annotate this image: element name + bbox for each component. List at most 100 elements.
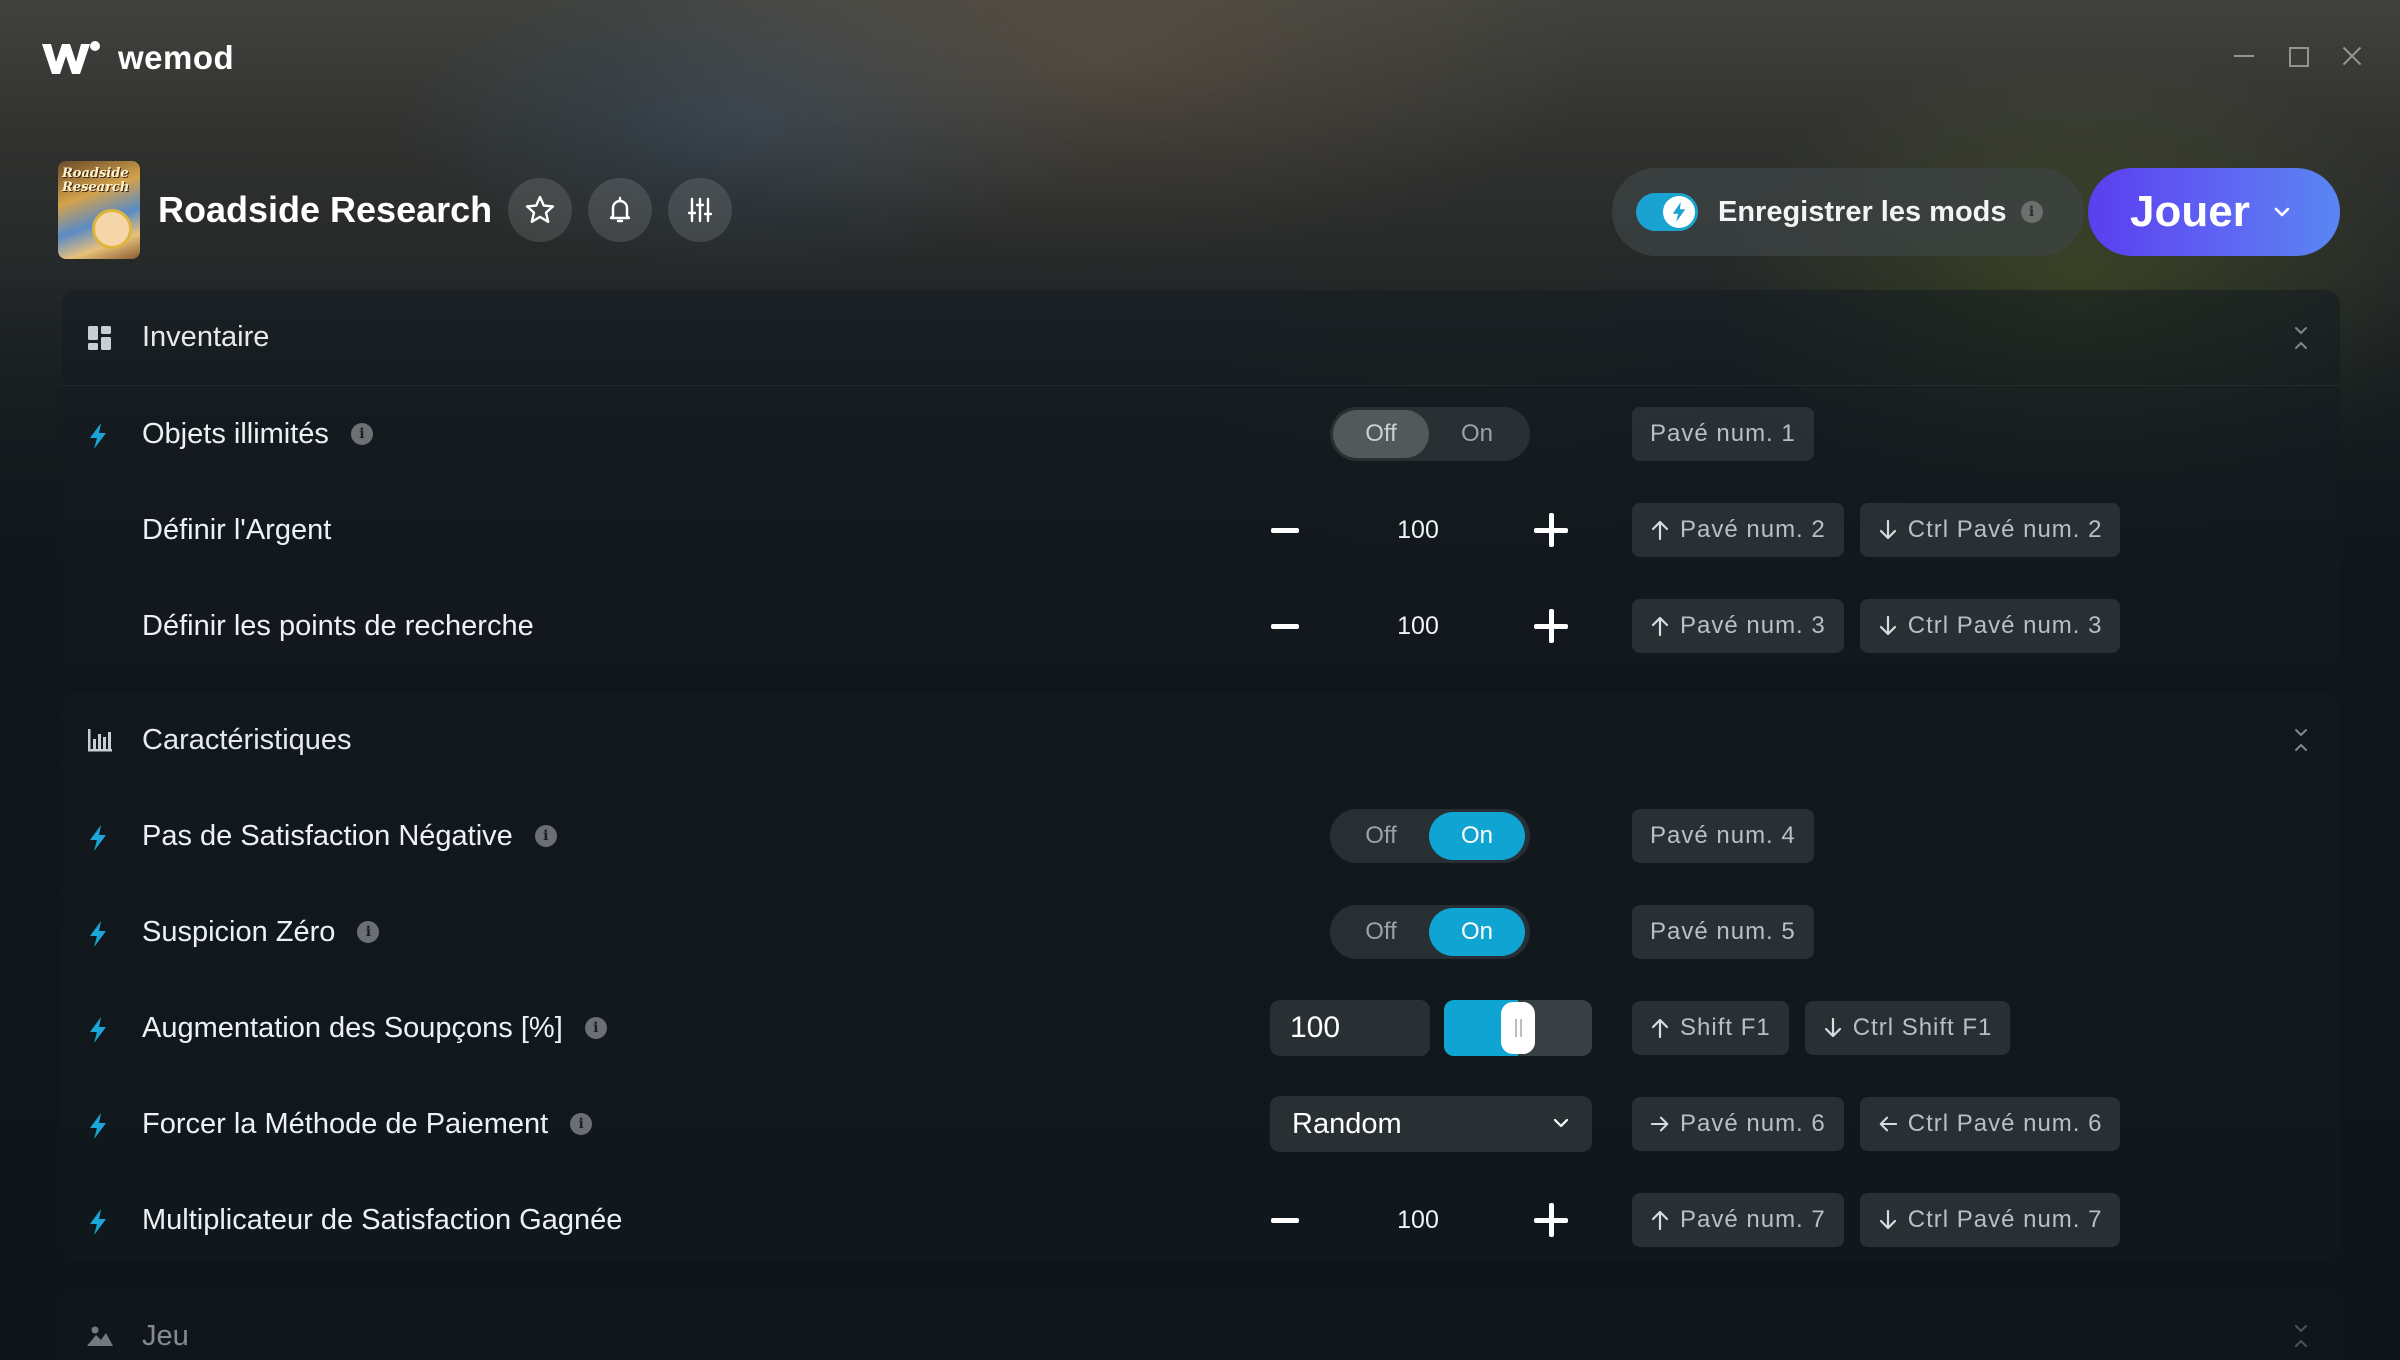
- hotkey-text: Ctrl Pavé num. 2: [1907, 516, 2103, 543]
- mod-label: Suspicion Zéro i: [142, 916, 380, 949]
- toggle-switch[interactable]: Off On: [1330, 809, 1530, 863]
- mod-label: Multiplicateur de Satisfaction Gagnée: [142, 1204, 622, 1237]
- toggle-switch[interactable]: Off On: [1330, 905, 1530, 959]
- section-header[interactable]: Caractéristiques: [62, 692, 2340, 788]
- stepper-value: 100: [1397, 1205, 1439, 1234]
- hotkey-chip[interactable]: Pavé num. 5: [1632, 905, 1814, 959]
- mod-label: Forcer la Méthode de Paiement i: [142, 1107, 593, 1141]
- number-stepper: 100: [1268, 503, 1568, 557]
- toggle-on[interactable]: On: [1429, 410, 1525, 458]
- arrow-down-icon: [1879, 615, 1896, 636]
- favorite-button[interactable]: [508, 178, 573, 242]
- notifications-button[interactable]: [588, 178, 653, 242]
- game-thumbnail-character: [92, 209, 132, 249]
- mod-name: Multiplicateur de Satisfaction Gagnée: [142, 1203, 623, 1236]
- mod-row-multiplicateur-satisfaction: Multiplicateur de Satisfaction Gagnée 10…: [62, 1172, 2340, 1268]
- grid-icon: [88, 325, 111, 350]
- brand: wemod: [40, 38, 234, 78]
- section-title: Jeu: [142, 1319, 189, 1352]
- mod-label: Définir les points de recherche: [142, 610, 534, 643]
- hotkey-chip[interactable]: Pavé num. 1: [1632, 407, 1814, 461]
- hotkey-chip[interactable]: Ctrl Pavé num. 7: [1859, 1193, 2121, 1247]
- hotkeys: Shift F1 Ctrl Shift F1: [1632, 1001, 2011, 1055]
- hotkey-text: Pavé num. 6: [1680, 1110, 1826, 1137]
- mod-name: Définir les points de recherche: [142, 609, 534, 642]
- mod-name: Forcer la Méthode de Paiement: [142, 1107, 549, 1140]
- toggle-off[interactable]: Off: [1333, 908, 1429, 956]
- payment-method-select[interactable]: Random: [1270, 1096, 1592, 1152]
- hotkey-chip[interactable]: Pavé num. 6: [1632, 1097, 1844, 1151]
- info-icon[interactable]: i: [534, 825, 557, 847]
- maximize-icon[interactable]: [2286, 44, 2310, 68]
- hotkeys: Pavé num. 2 Ctrl Pavé num. 2: [1632, 503, 2121, 557]
- settings-button[interactable]: [668, 178, 733, 242]
- hotkey-chip[interactable]: Pavé num. 4: [1632, 809, 1814, 863]
- number-stepper: 100: [1268, 599, 1568, 653]
- mod-row-pas-satisfaction-negative: Pas de Satisfaction Négative i Off On Pa…: [62, 788, 2340, 884]
- section-inventaire: Inventaire Objets illimités i Off On Pav…: [62, 290, 2340, 664]
- toggle-on[interactable]: On: [1429, 812, 1525, 860]
- game-thumbnail: Roadside Research: [58, 161, 140, 259]
- section-header[interactable]: Inventaire: [62, 290, 2340, 386]
- bolt-icon: [90, 1113, 106, 1139]
- mod-label: Augmentation des Soupçons [%] i: [142, 1012, 607, 1045]
- hotkey-chip[interactable]: Ctrl Pavé num. 3: [1859, 599, 2121, 653]
- hotkey-text: Pavé num. 4: [1650, 822, 1796, 849]
- toggle-off[interactable]: Off: [1333, 812, 1429, 860]
- mod-label: Objets illimités i: [142, 418, 373, 451]
- increment-button[interactable]: [1534, 513, 1568, 547]
- decrement-button[interactable]: [1268, 609, 1302, 643]
- hotkey-text: Pavé num. 2: [1680, 516, 1826, 543]
- toggle-on[interactable]: On: [1429, 908, 1525, 956]
- play-button[interactable]: Jouer: [2088, 168, 2340, 256]
- toggle-switch[interactable]: Off On: [1330, 407, 1530, 461]
- decrement-button[interactable]: [1268, 1203, 1302, 1237]
- arrow-down-icon: [1879, 1209, 1896, 1230]
- landscape-icon: [87, 1326, 113, 1346]
- hotkey-chip[interactable]: Shift F1: [1632, 1001, 1789, 1055]
- chevron-down-icon[interactable]: [2272, 202, 2292, 222]
- play-label: Jouer: [2130, 187, 2250, 236]
- mod-name: Pas de Satisfaction Négative: [142, 819, 513, 852]
- value-slider[interactable]: [1444, 1000, 1592, 1056]
- hotkey-text: Pavé num. 5: [1650, 918, 1796, 945]
- hotkeys: Pavé num. 5: [1632, 905, 1814, 959]
- collapse-icon[interactable]: [2292, 726, 2310, 754]
- collapse-icon[interactable]: [2292, 1322, 2310, 1350]
- hotkey-text: Ctrl Pavé num. 3: [1907, 612, 2103, 639]
- hotkey-chip[interactable]: Ctrl Shift F1: [1804, 1001, 2011, 1055]
- hotkeys: Pavé num. 4: [1632, 809, 1814, 863]
- save-mods-toggle[interactable]: [1636, 193, 1698, 231]
- slider-value-input[interactable]: 100: [1270, 1000, 1430, 1056]
- hotkey-text: Pavé num. 3: [1680, 612, 1826, 639]
- arrow-left-icon: [1879, 1116, 1897, 1132]
- info-icon[interactable]: i: [570, 1113, 593, 1135]
- close-icon[interactable]: [2340, 44, 2364, 68]
- info-icon[interactable]: i: [357, 921, 380, 943]
- section-header[interactable]: Jeu: [62, 1288, 2340, 1360]
- save-mods-label: Enregistrer les mods: [1718, 195, 2007, 228]
- window-controls: [2232, 44, 2364, 68]
- decrement-button[interactable]: [1268, 513, 1302, 547]
- hotkey-chip[interactable]: Pavé num. 3: [1632, 599, 1844, 653]
- save-mods-control[interactable]: Enregistrer les mods i: [1612, 168, 2084, 256]
- app-name: wemod: [118, 39, 235, 76]
- hotkey-chip[interactable]: Pavé num. 7: [1632, 1193, 1844, 1247]
- hotkey-chip[interactable]: Pavé num. 2: [1632, 503, 1844, 557]
- increment-button[interactable]: [1534, 1203, 1568, 1237]
- info-icon[interactable]: i: [584, 1017, 607, 1039]
- mod-row-forcer-methode-paiement: Forcer la Méthode de Paiement i Random P…: [62, 1076, 2340, 1172]
- section-title: Inventaire: [142, 321, 270, 353]
- toggle-off[interactable]: Off: [1333, 410, 1429, 458]
- hotkey-chip[interactable]: Ctrl Pavé num. 2: [1859, 503, 2121, 557]
- star-icon: [525, 195, 555, 223]
- minimize-icon[interactable]: [2232, 44, 2256, 68]
- select-value: Random: [1292, 1107, 1402, 1140]
- hotkey-chip[interactable]: Ctrl Pavé num. 6: [1859, 1097, 2121, 1151]
- increment-button[interactable]: [1534, 609, 1568, 643]
- info-icon[interactable]: i: [2020, 201, 2043, 223]
- info-icon[interactable]: i: [350, 423, 373, 445]
- slider-thumb[interactable]: [1501, 1002, 1535, 1054]
- collapse-icon[interactable]: [2292, 324, 2310, 352]
- game-thumbnail-logo: Roadside Research: [62, 166, 130, 195]
